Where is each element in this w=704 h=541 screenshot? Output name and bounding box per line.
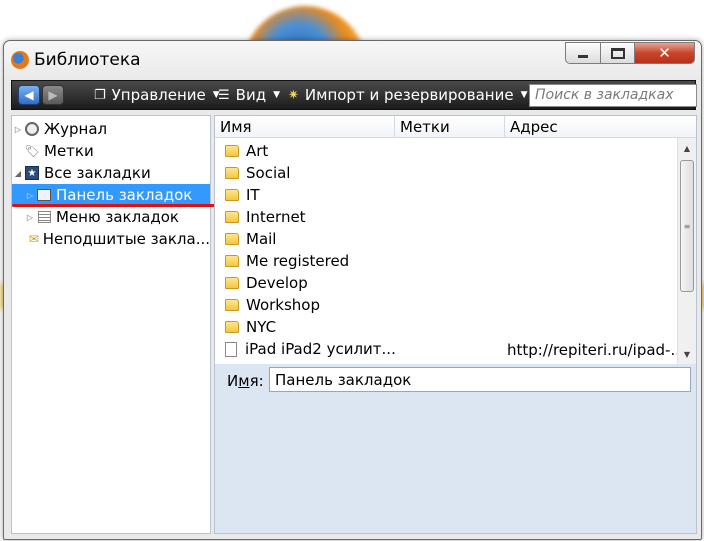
item-name: Me registered: [246, 252, 350, 270]
manage-menu-button[interactable]: ❐ Управление ▼: [94, 81, 220, 109]
minimize-icon: [578, 55, 588, 58]
tree-item-label: Метки: [44, 142, 94, 160]
forward-button[interactable]: ▶: [42, 85, 64, 105]
folder-icon: [225, 211, 239, 223]
manage-label: Управление: [111, 86, 206, 104]
item-name: NYC: [246, 318, 277, 336]
tree-item-unsorted-bookmarks[interactable]: ✉ Неподшитые закла...: [12, 228, 210, 250]
list-item[interactable]: Internet: [225, 206, 306, 228]
tree-item-history[interactable]: ▷ Журнал: [12, 118, 210, 140]
toolbar: ◀ ▶ ❐ Управление ▼ ☰ Вид ▼ ✷ Импорт и ре…: [11, 80, 697, 110]
list-item[interactable]: Workshop: [225, 294, 320, 316]
column-header-name[interactable]: Имя: [215, 116, 395, 138]
folder-icon: [225, 189, 239, 201]
vertical-scrollbar[interactable]: ▲ ≡ ▼: [677, 138, 696, 364]
library-window: Библиотека ✕ ◀ ▶ ❐ Управление ▼ ☰ Вид ▼ …: [3, 40, 702, 540]
list-item[interactable]: Me registered: [225, 250, 349, 272]
maximize-button[interactable]: [601, 42, 635, 64]
item-name: Develop: [246, 274, 308, 292]
tree-item-bookmarks-toolbar[interactable]: ▷ Панель закладок: [12, 184, 210, 206]
places-tree: ▷ Журнал 🏷︎ Метки ◢ ★ Все закладки ▷ Пан…: [11, 115, 217, 534]
folder-icon: [225, 299, 239, 311]
item-name: IT: [246, 186, 260, 204]
forward-arrow-icon: ▶: [48, 88, 58, 102]
tree-item-label: Все закладки: [44, 164, 151, 182]
list-item[interactable]: Develop: [225, 272, 308, 294]
list-item[interactable]: Art: [225, 140, 268, 162]
list-item[interactable]: Social: [225, 162, 290, 184]
expand-twisty-icon[interactable]: ▷: [12, 125, 24, 134]
red-annotation-underline: [12, 204, 217, 207]
view-label: Вид: [235, 86, 267, 104]
item-address: http://repiteri.ru/ipad-...: [507, 341, 685, 359]
tree-item-tags[interactable]: 🏷︎ Метки: [12, 140, 210, 162]
tree-item-bookmarks-menu[interactable]: ▷ Меню закладок: [12, 206, 210, 228]
folder-icon: [225, 255, 239, 267]
tree-item-label: Журнал: [44, 120, 108, 138]
scroll-up-icon[interactable]: ▲: [678, 140, 696, 156]
item-name: Workshop: [246, 296, 321, 314]
minimize-button[interactable]: [565, 42, 601, 64]
firefox-icon: [11, 51, 29, 69]
folder-icon: [225, 167, 239, 179]
folder-icon: [225, 233, 239, 245]
search-bookmarks-input[interactable]: Поиск в закладках: [529, 84, 697, 107]
close-icon: ✕: [658, 44, 671, 62]
view-list-icon: ☰: [218, 87, 230, 103]
expand-twisty-icon[interactable]: ▷: [24, 191, 36, 200]
item-name: Mail: [246, 230, 277, 248]
collapse-twisty-icon[interactable]: ◢: [12, 169, 24, 178]
list-item[interactable]: NYC: [225, 316, 276, 338]
scroll-down-icon[interactable]: ▼: [678, 346, 696, 362]
item-name: Social: [246, 164, 291, 182]
organize-icon: ❐: [94, 87, 106, 103]
back-button[interactable]: ◀: [18, 85, 40, 105]
import-label: Импорт и резервирование: [304, 86, 514, 104]
close-button[interactable]: ✕: [635, 42, 695, 64]
item-name: Art: [246, 142, 269, 160]
menu-icon: [37, 211, 51, 223]
page-icon: [225, 341, 237, 357]
folder-icon: [225, 145, 239, 157]
unsorted-icon: ✉: [28, 232, 39, 246]
folder-icon: [225, 321, 239, 333]
grip-icon: ≡: [683, 221, 691, 231]
import-star-icon: ✷: [288, 87, 299, 103]
tree-item-label: Неподшитые закла...: [42, 230, 210, 248]
item-name: Internet: [246, 208, 306, 226]
name-field-label: Имя:: [227, 372, 264, 390]
back-arrow-icon: ◀: [24, 88, 34, 102]
star-icon: ★: [25, 166, 39, 180]
dropdown-arrow-icon: ▼: [520, 90, 528, 100]
clock-icon: [25, 122, 39, 136]
bookmarks-list[interactable]: Имя Метки Адрес Art Social IT Internet M…: [215, 116, 696, 364]
list-item[interactable]: IT: [225, 184, 260, 206]
column-header-address[interactable]: Адрес: [505, 116, 696, 138]
import-backup-menu-button[interactable]: ✷ Импорт и резервирование ▼: [288, 81, 527, 109]
tree-item-label: Панель закладок: [56, 186, 193, 204]
tree-item-label: Меню закладок: [56, 208, 179, 226]
toolbar-icon: [37, 189, 51, 201]
list-item[interactable]: Mail: [225, 228, 276, 250]
view-menu-button[interactable]: ☰ Вид ▼: [218, 81, 280, 109]
scrollbar-thumb[interactable]: ≡: [680, 160, 694, 292]
expand-twisty-icon[interactable]: ▷: [24, 213, 36, 222]
list-item[interactable]: iPad iPad2 усилит...: [225, 338, 396, 360]
content-pane: Имя Метки Адрес Art Social IT Internet M…: [214, 115, 697, 534]
folder-icon: [225, 277, 239, 289]
window-title: Библиотека: [34, 50, 141, 70]
dropdown-arrow-icon: ▼: [273, 90, 280, 100]
tag-icon: 🏷︎: [24, 144, 40, 158]
tree-item-all-bookmarks[interactable]: ◢ ★ Все закладки: [12, 162, 210, 184]
item-name: iPad iPad2 усилит...: [245, 340, 396, 358]
column-header-tags[interactable]: Метки: [395, 116, 505, 138]
name-field[interactable]: Панель закладок: [269, 367, 691, 392]
maximize-icon: [610, 47, 625, 59]
